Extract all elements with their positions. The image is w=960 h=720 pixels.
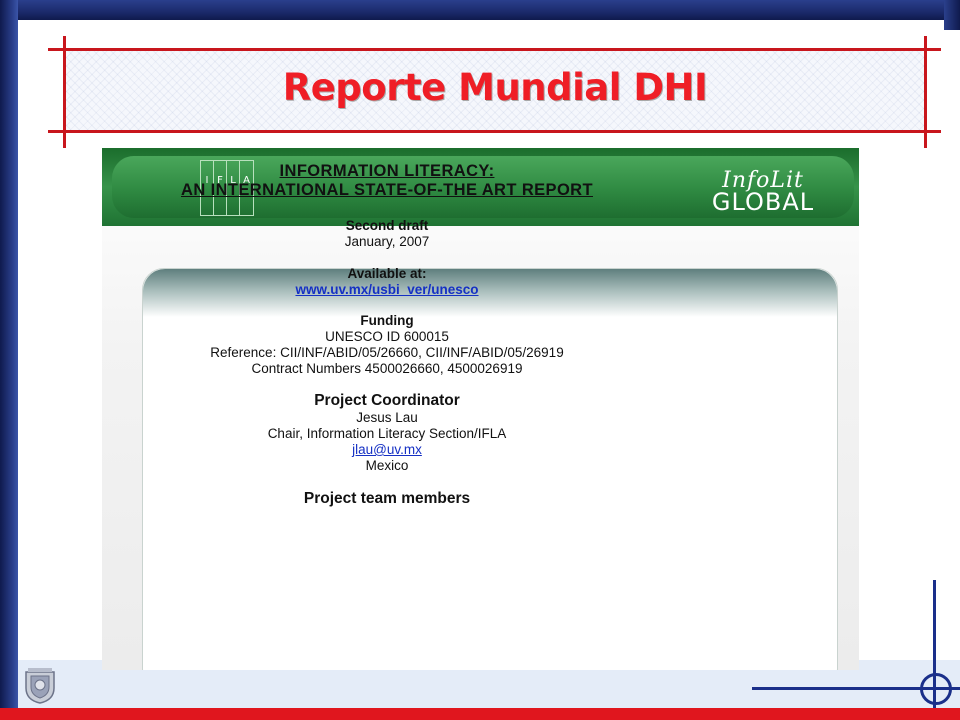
report-url-link[interactable]: www.uv.mx/usbi_ver/unesco — [40, 282, 734, 298]
coordinator-role: Chair, Information Literacy Section/IFLA — [267, 426, 507, 441]
team-heading: Project team members — [303, 490, 471, 507]
bottom-red-bar — [0, 708, 960, 720]
top-frame-strip — [0, 20, 960, 28]
available-heading: Available at: — [347, 266, 427, 281]
draft-date: January, 2007 — [344, 234, 430, 249]
report-title-line2: AN INTERNATIONAL STATE-OF-THE ART REPORT — [181, 181, 593, 199]
funding-reference: Reference: CII/INF/ABID/05/26660, CII/IN… — [210, 345, 564, 360]
report-title-line1: INFORMATION LITERACY: — [279, 162, 495, 180]
report-cover-text: INFORMATION LITERACY: AN INTERNATIONAL S… — [40, 162, 734, 508]
draft-heading: Second draft — [345, 218, 429, 233]
coordinator-name: Jesus Lau — [356, 410, 418, 425]
university-seal-icon — [25, 668, 55, 704]
coordinator-country: Mexico — [365, 458, 409, 473]
funding-contracts: Contract Numbers 4500026660, 4500026919 — [251, 361, 523, 376]
title-line-top — [48, 48, 941, 51]
decorative-cross-circle — [920, 673, 952, 705]
funding-heading: Funding — [360, 313, 414, 328]
title-line-bottom — [48, 130, 941, 133]
funding-id: UNESCO ID 600015 — [325, 329, 449, 344]
left-frame-bar — [0, 0, 18, 720]
right-frame-bar — [944, 0, 960, 30]
coordinator-email-link[interactable]: jlau@uv.mx — [40, 442, 734, 458]
top-frame-bar — [0, 0, 960, 20]
coordinator-heading: Project Coordinator — [314, 392, 460, 409]
slide-title: Reporte Mundial DHI — [282, 66, 708, 109]
